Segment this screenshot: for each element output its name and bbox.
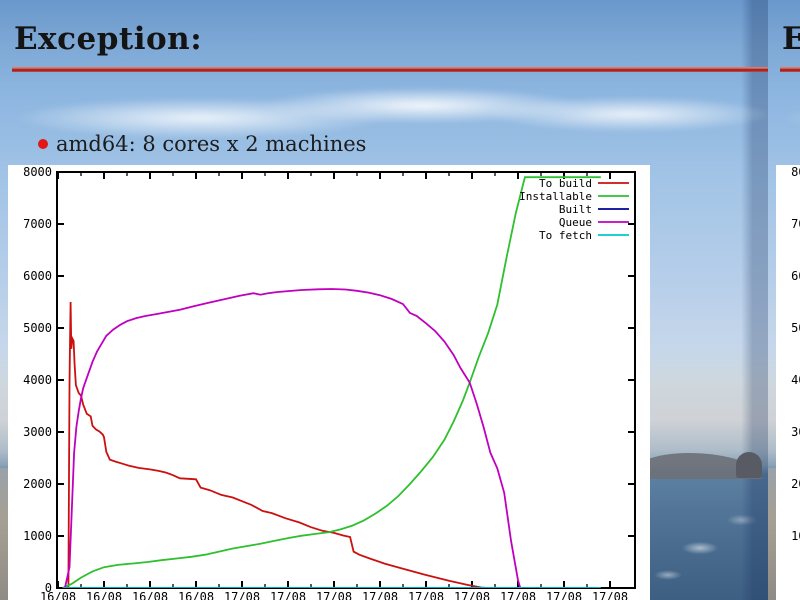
x-axis-tick-label: 17/08 <box>500 590 536 600</box>
bullet-text: amd64: 8 cores x 2 machines <box>56 131 366 157</box>
x-axis-tick-label: 17/08 <box>270 590 306 600</box>
legend-label-built: Built <box>559 203 592 216</box>
bullet-item: amd64: 8 cores x 2 machines <box>38 131 366 157</box>
build-status-chart-panel: 01000200030004000500060007000800016/0816… <box>776 165 800 600</box>
x-axis-tick-label: 17/08 <box>316 590 352 600</box>
y-axis-tick-label: 2000 <box>791 477 800 491</box>
y-axis-tick-label: 2000 <box>23 477 52 491</box>
y-axis-tick-label: 7000 <box>23 217 52 231</box>
legend-label-queue: Queue <box>559 216 592 229</box>
x-axis-tick-label: 16/08 <box>86 590 122 600</box>
x-axis-tick-label: 17/08 <box>362 590 398 600</box>
y-axis-tick-label: 6000 <box>23 269 52 283</box>
slide-exception-next: Exception: amd64: 8 cores x 2 machines 0… <box>768 0 800 600</box>
x-axis-tick-label: 16/08 <box>178 590 214 600</box>
x-axis-tick-label: 16/08 <box>132 590 168 600</box>
x-axis-tick-label: 17/08 <box>454 590 490 600</box>
x-axis-tick-label: 17/08 <box>592 590 628 600</box>
legend-label-installable: Installable <box>519 190 592 203</box>
y-axis-tick-label: 5000 <box>791 321 800 335</box>
build-status-chart-panel: 01000200030004000500060007000800016/0816… <box>8 165 650 600</box>
slide-exception: Exception: amd64: 8 cores x 2 machines 0… <box>0 0 768 600</box>
page-title: Exception: <box>782 21 800 57</box>
series-installable <box>63 177 601 588</box>
series-to-build <box>68 302 600 588</box>
y-axis-tick-label: 5000 <box>23 321 52 335</box>
title-rule <box>780 67 800 72</box>
background-rock <box>736 452 762 478</box>
legend-label-to-fetch: To fetch <box>539 229 592 242</box>
page-title: Exception: <box>14 21 202 57</box>
title-rule <box>12 67 768 72</box>
y-axis-tick-label: 3000 <box>23 425 52 439</box>
y-axis-tick-label: 4000 <box>791 373 800 387</box>
y-axis-tick-label: 4000 <box>23 373 52 387</box>
y-axis-tick-label: 1000 <box>23 529 52 543</box>
y-axis-tick-label: 8000 <box>23 165 52 179</box>
y-axis-tick-label: 6000 <box>791 269 800 283</box>
bullet-marker-icon <box>38 139 48 149</box>
x-axis-tick-label: 17/08 <box>224 590 260 600</box>
build-status-chart: 01000200030004000500060007000800016/0816… <box>776 165 800 600</box>
x-axis-tick-label: 17/08 <box>408 590 444 600</box>
y-axis-tick-label: 1000 <box>791 529 800 543</box>
x-axis-tick-label: 16/08 <box>40 590 76 600</box>
background-cloud-streak <box>768 82 800 144</box>
series-queue <box>65 289 520 588</box>
build-status-chart: 01000200030004000500060007000800016/0816… <box>8 165 650 600</box>
x-axis-tick-label: 17/08 <box>546 590 582 600</box>
y-axis-tick-label: 3000 <box>791 425 800 439</box>
y-axis-tick-label: 8000 <box>791 165 800 179</box>
slide-strip: Exception: amd64: 8 cores x 2 machines 0… <box>0 0 800 600</box>
legend-label-to-build: To build <box>539 177 592 190</box>
y-axis-tick-label: 7000 <box>791 217 800 231</box>
